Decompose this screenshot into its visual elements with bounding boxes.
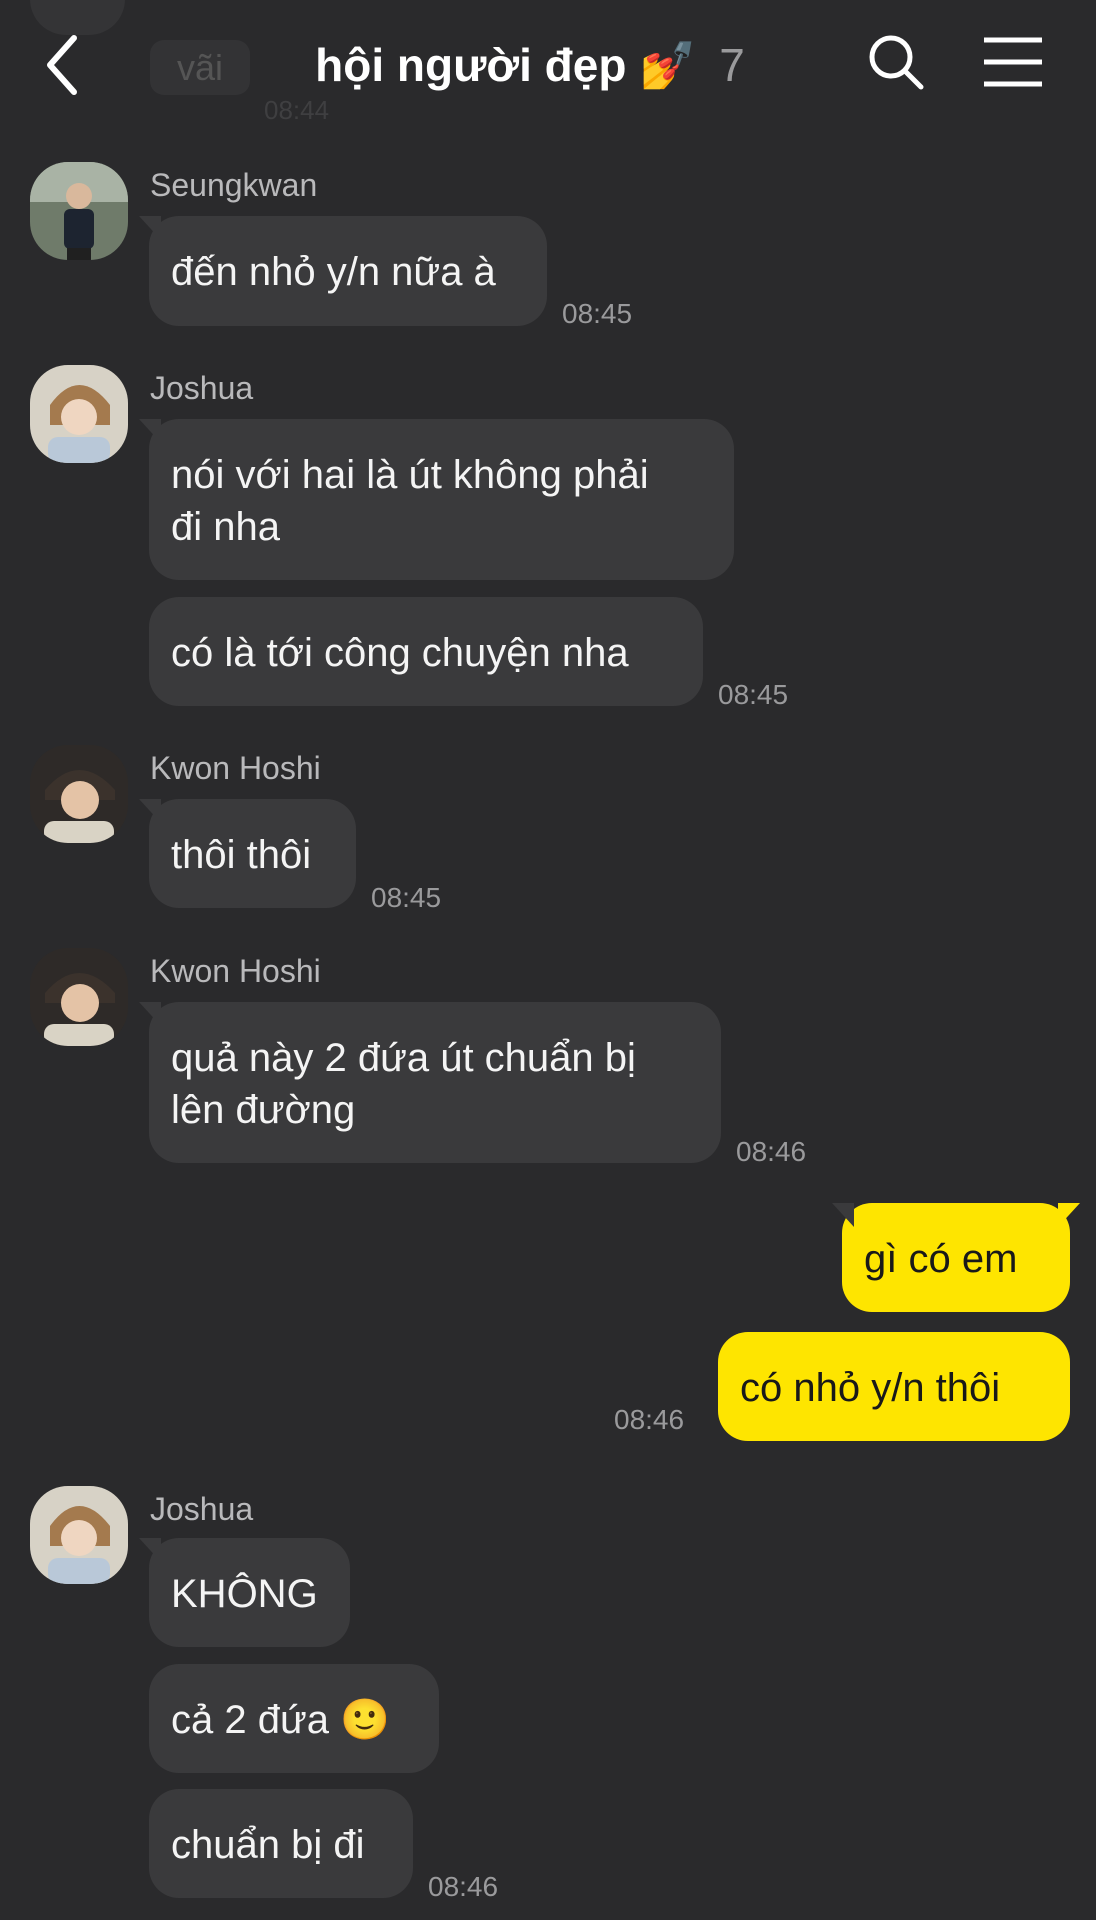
- back-chevron-icon[interactable]: [40, 30, 90, 100]
- faded-message-bubble: vãi: [150, 40, 250, 95]
- chat-title: hội người đẹp 💅 7: [250, 30, 810, 100]
- message-time: 08:46: [614, 1404, 685, 1435]
- sender-name: Seungkwan: [150, 167, 318, 203]
- avatar-kwon-hoshi[interactable]: [30, 745, 128, 843]
- message-bubble[interactable]: thôi thôi: [139, 799, 356, 908]
- message-bubble[interactable]: KHÔNG: [139, 1538, 350, 1647]
- hamburger-menu-icon[interactable]: [982, 36, 1044, 88]
- sender-name: Joshua: [150, 370, 254, 406]
- chat-header: vãi 08:44 hội người đẹp 💅 7: [0, 0, 1096, 130]
- message-bubble[interactable]: cả 2 đứa 🙂: [149, 1664, 439, 1773]
- avatar-joshua[interactable]: [30, 1486, 128, 1584]
- message-time: 08:46: [428, 1871, 499, 1902]
- search-icon[interactable]: [866, 32, 926, 92]
- sender-name: Joshua: [150, 1491, 254, 1527]
- member-count: 7: [719, 39, 745, 91]
- message-bubble[interactable]: nói với hai là út không phải đi nha: [139, 419, 734, 580]
- my-message-bubble[interactable]: có nhỏ y/n thôi: [718, 1332, 1070, 1441]
- my-message-bubble[interactable]: gì có em: [832, 1203, 1080, 1312]
- sender-name: Kwon Hoshi: [150, 750, 321, 786]
- sender-name: Kwon Hoshi: [150, 953, 321, 989]
- avatar-seungkwan[interactable]: [30, 162, 128, 260]
- message-bubble[interactable]: có là tới công chuyện nha: [149, 597, 703, 706]
- chat-title-text: hội người đẹp: [315, 39, 627, 91]
- avatar-joshua[interactable]: [30, 365, 128, 463]
- message-bubble[interactable]: quả này 2 đứa út chuẩn bị lên đường: [139, 1002, 721, 1163]
- message-bubble[interactable]: chuẩn bị đi: [149, 1789, 413, 1898]
- message-time: 08:46: [736, 1136, 807, 1167]
- message-time: 08:45: [371, 882, 442, 913]
- nail-polish-emoji: 💅: [639, 39, 697, 91]
- message-time: 08:45: [718, 679, 789, 710]
- avatar-kwon-hoshi[interactable]: [30, 948, 128, 1046]
- message-bubble[interactable]: đến nhỏ y/n nữa à: [139, 216, 547, 326]
- message-time: 08:45: [562, 298, 633, 329]
